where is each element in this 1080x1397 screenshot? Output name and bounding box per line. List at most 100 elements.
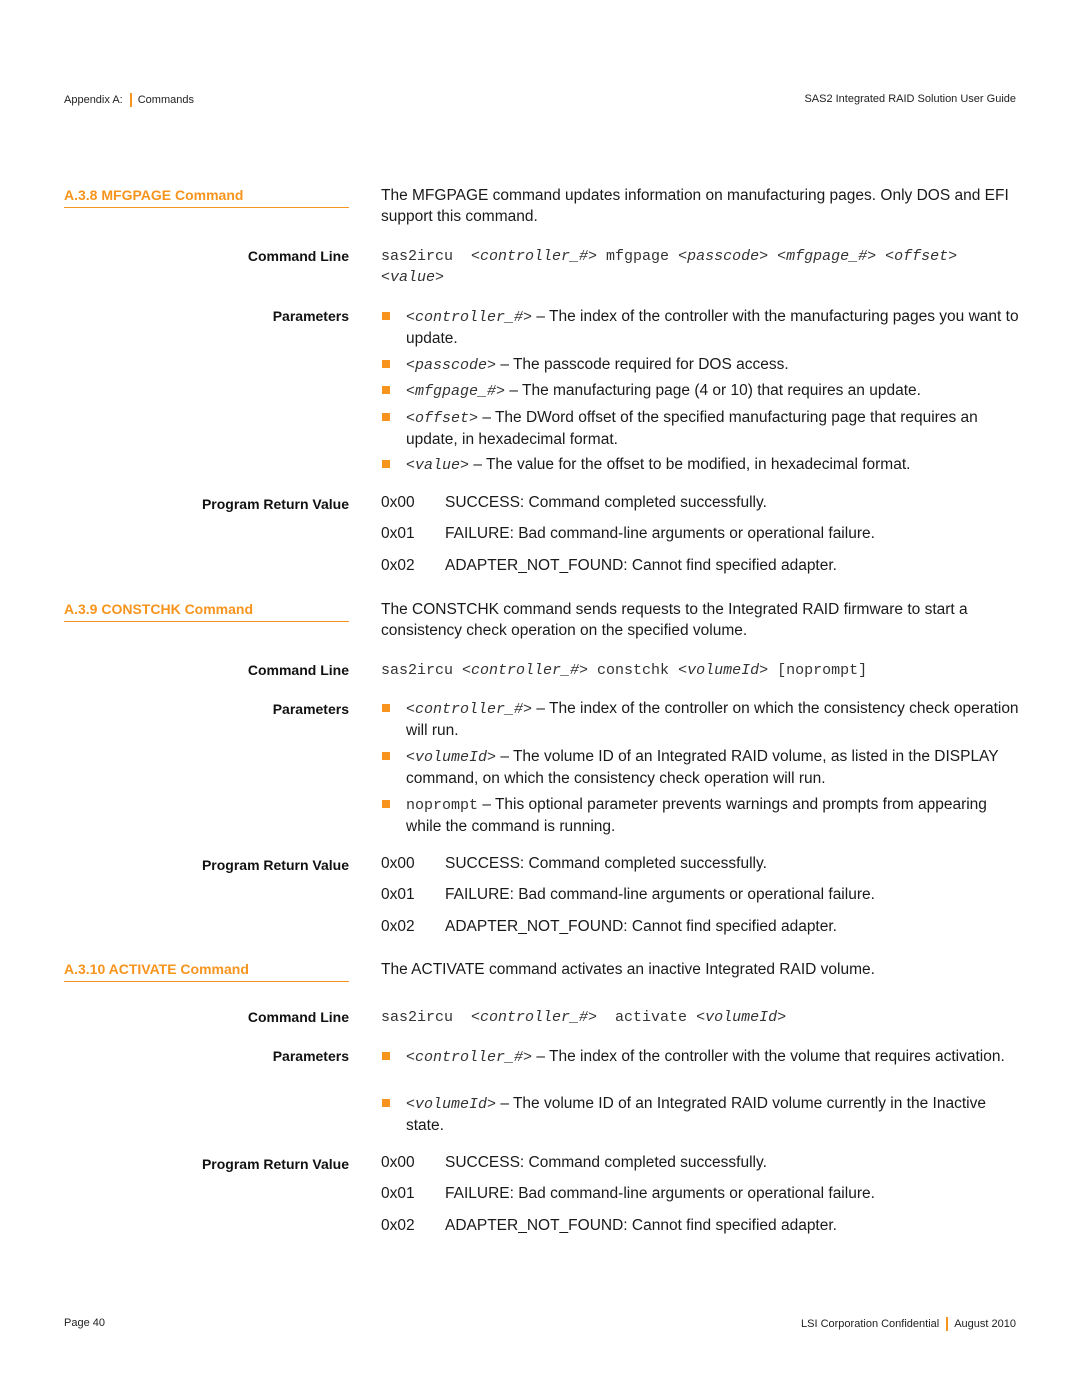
command-placeholder: <controller_#> (471, 248, 598, 265)
return-code-description: ADAPTER_NOT_FOUND: Cannot find specified… (445, 557, 837, 574)
parameter-description: – The index of the controller with the v… (532, 1048, 1005, 1065)
return-code-row: 0x02 ADAPTER_NOT_FOUND: Cannot find speci… (381, 1217, 1021, 1235)
running-header-left: Appendix A: Commands (64, 93, 194, 107)
label-parameters: Parameters (272, 308, 349, 324)
command-literal (876, 248, 885, 265)
bullet-square-icon (382, 312, 390, 320)
parameter-name: <controller_#> (406, 309, 533, 326)
label-command-line: Command Line (247, 248, 349, 264)
return-code-value: 0x02 (381, 557, 415, 574)
parameter-description: – The manufacturing page (4 or 10) that … (505, 382, 921, 399)
section-description-mfgpage: The MFGPAGE command updates information … (381, 187, 1009, 225)
command-syntax-constchk: sas2ircu <controller_#> constchk <volume… (381, 660, 1021, 681)
command-literal: activate (597, 1009, 697, 1026)
return-code-row: 0x00 SUCCESS: Command completed successfu… (381, 494, 1021, 512)
return-code-value: 0x00 (381, 855, 415, 872)
header-divider (129, 93, 132, 107)
bullet-square-icon (382, 1099, 390, 1107)
parameter-name: <volumeId> (406, 1096, 497, 1113)
footer-confidential: LSI Corporation Confidential (801, 1318, 940, 1330)
return-code-description: FAILURE: Bad command-line arguments or o… (445, 525, 875, 542)
return-code-value: 0x02 (381, 1217, 415, 1234)
return-code-description: SUCCESS: Command completed successfully. (445, 494, 767, 511)
command-literal: mfgpage (597, 248, 679, 265)
parameter-item: <volumeId> – The volume ID of an Integra… (381, 1093, 1021, 1136)
command-placeholder: <value> (381, 269, 445, 286)
parameter-item: <controller_#> – The index of the contro… (381, 1046, 1021, 1068)
parameter-description: – The passcode required for DOS access. (496, 356, 789, 373)
bullet-square-icon (382, 460, 390, 468)
parameter-description: – This optional parameter prevents warni… (406, 796, 987, 835)
return-code-description: SUCCESS: Command completed successfully. (445, 1154, 767, 1171)
return-code-description: ADAPTER_NOT_FOUND: Cannot find specified… (445, 1217, 837, 1234)
label-parameters: Parameters (272, 1048, 349, 1064)
section-description-activate: The ACTIVATE command activates an inacti… (381, 961, 875, 978)
bullet-square-icon (382, 413, 390, 421)
parameter-item: <controller_#> – The index of the contro… (381, 698, 1021, 741)
bullet-square-icon (382, 752, 390, 760)
parameter-item: <controller_#> – The index of the contro… (381, 306, 1021, 349)
command-literal: constchk (588, 662, 679, 679)
label-return-value: Program Return Value (201, 1156, 349, 1172)
running-header-title: SAS2 Integrated RAID Solution User Guide (804, 93, 1016, 105)
parameter-description: – The DWord offset of the specified manu… (406, 409, 978, 448)
label-return-value: Program Return Value (201, 857, 349, 873)
bullet-square-icon (382, 386, 390, 394)
parameter-item: noprompt – This optional parameter preve… (381, 794, 1021, 837)
parameter-name: <mfgpage_#> (406, 383, 506, 400)
return-code-row: 0x02 ADAPTER_NOT_FOUND: Cannot find speci… (381, 918, 1021, 936)
section-title-constchk: A.3.9 CONSTCHK Command (64, 601, 349, 622)
parameter-item: <offset> – The DWord offset of the speci… (381, 407, 1021, 450)
bullet-square-icon (382, 704, 390, 712)
command-placeholder: <volumeId> (696, 1009, 787, 1026)
parameter-name: <offset> (406, 410, 479, 427)
footer-date: August 2010 (954, 1318, 1016, 1330)
parameter-name: noprompt (406, 797, 479, 814)
command-placeholder: <controller_#> (471, 1009, 598, 1026)
return-code-row: 0x00 SUCCESS: Command completed successfu… (381, 855, 1021, 873)
command-placeholder: <passcode> (678, 248, 769, 265)
return-code-value: 0x00 (381, 494, 415, 511)
return-code-value: 0x01 (381, 886, 415, 903)
footer-divider (946, 1317, 949, 1331)
parameter-name: <volumeId> (406, 749, 497, 766)
parameter-item: <mfgpage_#> – The manufacturing page (4 … (381, 380, 1021, 402)
header-appendix-label: Appendix A: (64, 94, 123, 106)
return-code-row: 0x02 ADAPTER_NOT_FOUND: Cannot find speci… (381, 557, 1021, 575)
command-literal: [noprompt] (768, 662, 868, 679)
command-literal (768, 248, 777, 265)
parameter-description: – The value for the offset to be modifie… (469, 456, 911, 473)
section-title-mfgpage: A.3.8 MFGPAGE Command (64, 187, 349, 208)
command-syntax-mfgpage: sas2ircu <controller_#> mfgpage <passcod… (381, 246, 981, 288)
return-code-row: 0x01 FAILURE: Bad command-line arguments … (381, 886, 1021, 904)
command-literal (957, 248, 966, 265)
command-literal: sas2ircu (381, 1009, 472, 1026)
command-syntax-activate: sas2ircu <controller_#> activate <volume… (381, 1007, 1021, 1028)
section-description-constchk: The CONSTCHK command sends requests to t… (381, 601, 968, 639)
running-footer-right: LSI Corporation Confidential August 2010 (801, 1317, 1016, 1331)
command-placeholder: <mfgpage_#> (777, 248, 877, 265)
label-command-line: Command Line (247, 1009, 349, 1025)
return-code-row: 0x01 FAILURE: Bad command-line arguments … (381, 1185, 1021, 1203)
parameter-item: <volumeId> – The volume ID of an Integra… (381, 746, 1021, 789)
command-placeholder: <offset> (885, 248, 958, 265)
return-code-description: ADAPTER_NOT_FOUND: Cannot find specified… (445, 918, 837, 935)
bullet-square-icon (382, 800, 390, 808)
command-placeholder: <volumeId> (678, 662, 769, 679)
bullet-square-icon (382, 1052, 390, 1060)
section-title-activate: A.3.10 ACTIVATE Command (64, 961, 349, 982)
page-number: Page 40 (64, 1317, 105, 1329)
return-code-description: FAILURE: Bad command-line arguments or o… (445, 1185, 875, 1202)
label-command-line: Command Line (247, 662, 349, 678)
return-code-value: 0x01 (381, 525, 415, 542)
parameter-item: <value> – The value for the offset to be… (381, 454, 1021, 476)
label-return-value: Program Return Value (201, 496, 349, 512)
return-code-value: 0x01 (381, 1185, 415, 1202)
return-code-value: 0x00 (381, 1154, 415, 1171)
bullet-square-icon (382, 360, 390, 368)
command-literal: sas2ircu (381, 662, 463, 679)
return-code-description: SUCCESS: Command completed successfully. (445, 855, 767, 872)
parameter-name: <value> (406, 457, 470, 474)
parameter-name: <controller_#> (406, 701, 533, 718)
return-code-description: FAILURE: Bad command-line arguments or o… (445, 886, 875, 903)
